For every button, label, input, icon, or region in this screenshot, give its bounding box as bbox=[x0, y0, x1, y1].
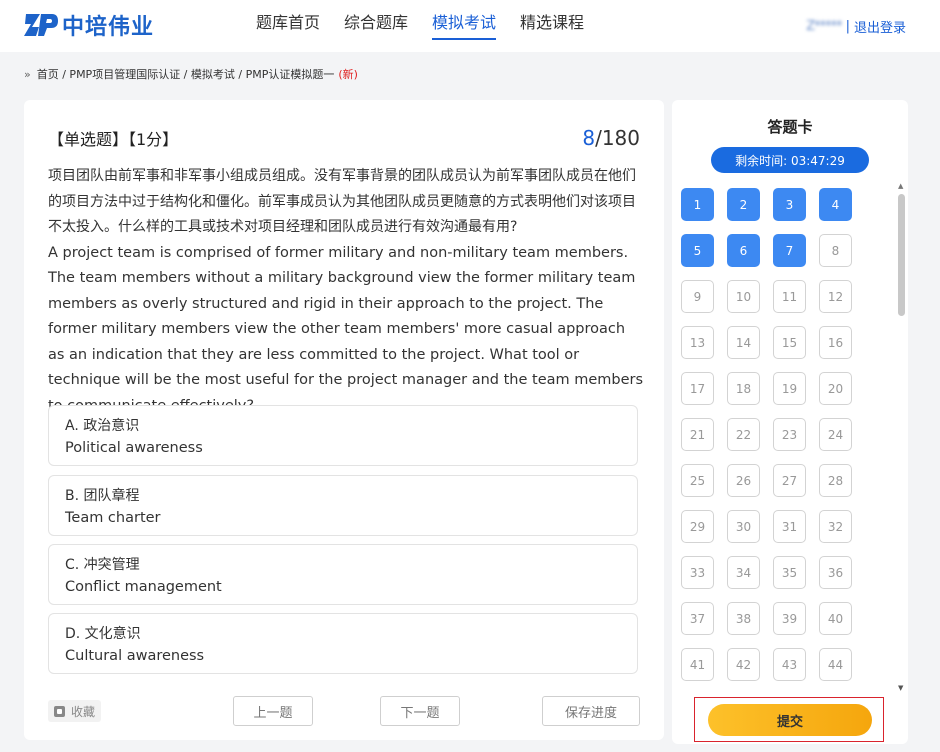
option-c-english: Conflict management bbox=[65, 579, 222, 595]
question-number-cell-40[interactable]: 40 bbox=[819, 602, 852, 635]
option-c-chinese: C. 冲突管理 bbox=[65, 557, 140, 573]
question-number-cell-7[interactable]: 7 bbox=[773, 234, 806, 267]
nav-item-question-bank-home[interactable]: 题库首页 bbox=[256, 0, 320, 52]
question-number-cell-34[interactable]: 34 bbox=[727, 556, 760, 589]
breadcrumb-path[interactable]: 首页 / PMP项目管理国际认证 / 模拟考试 / PMP认证模拟题一 bbox=[37, 66, 335, 82]
question-number-cell-5[interactable]: 5 bbox=[681, 234, 714, 267]
option-d-chinese: D. 文化意识 bbox=[65, 626, 141, 642]
nav-item-featured-courses[interactable]: 精选课程 bbox=[520, 0, 584, 52]
user-area: Z***** | 退出登录 bbox=[806, 17, 906, 36]
question-number-cell-44[interactable]: 44 bbox=[819, 648, 852, 681]
question-number-cell-37[interactable]: 37 bbox=[681, 602, 714, 635]
option-b-chinese: B. 团队章程 bbox=[65, 488, 140, 504]
question-number-cell-16[interactable]: 16 bbox=[819, 326, 852, 359]
favorite-button[interactable]: 收藏 bbox=[48, 700, 102, 722]
question-number-cell-39[interactable]: 39 bbox=[773, 602, 806, 635]
next-question-button[interactable]: 下一题 bbox=[380, 696, 460, 726]
question-number-cell-4[interactable]: 4 bbox=[819, 188, 852, 221]
question-stem: 项目团队由前军事和非军事小组成员组成。没有军事背景的团队成员认为前军事团队成员在… bbox=[48, 164, 644, 419]
answer-card: 答题卡 剩余时间: 03:47:29 1 2 3 4 5 6 7 8 9 10 11 12 13 14 15… bbox=[672, 100, 908, 744]
question-number-cell-1[interactable]: 1 bbox=[681, 188, 714, 221]
question-number-cell-31[interactable]: 31 bbox=[773, 510, 806, 543]
breadcrumb-new-tag: (新) bbox=[338, 68, 358, 81]
question-number-cell-14[interactable]: 14 bbox=[727, 326, 760, 359]
question-text-chinese: 项目团队由前军事和非军事小组成员组成。没有军事背景的团队成员认为前军事团队成员在… bbox=[48, 168, 636, 235]
question-number-cell-36[interactable]: 36 bbox=[819, 556, 852, 589]
question-number-cell-6[interactable]: 6 bbox=[727, 234, 760, 267]
question-number-cell-13[interactable]: 13 bbox=[681, 326, 714, 359]
question-total: /180 bbox=[595, 126, 640, 150]
question-number-cell-2[interactable]: 2 bbox=[727, 188, 760, 221]
question-type-label: 【单选题】【1分】 bbox=[48, 130, 179, 149]
nav-item-comprehensive-bank[interactable]: 综合题库 bbox=[344, 0, 408, 52]
question-number-cell-17[interactable]: 17 bbox=[681, 372, 714, 405]
brand-logo-icon bbox=[24, 14, 58, 36]
breadcrumb: » 首页 / PMP项目管理国际认证 / 模拟考试 / PMP认证模拟题一 (新… bbox=[24, 66, 358, 82]
question-number-cell-35[interactable]: 35 bbox=[773, 556, 806, 589]
logout-link[interactable]: 退出登录 bbox=[854, 17, 906, 36]
question-number-cell-12[interactable]: 12 bbox=[819, 280, 852, 313]
question-number-cell-27[interactable]: 27 bbox=[773, 464, 806, 497]
previous-question-button[interactable]: 上一题 bbox=[233, 696, 313, 726]
main-nav: 题库首页 综合题库 模拟考试 精选课程 bbox=[256, 0, 608, 52]
scrollbar-thumb[interactable] bbox=[898, 194, 905, 316]
question-number-cell-43[interactable]: 43 bbox=[773, 648, 806, 681]
question-number-cell-11[interactable]: 11 bbox=[773, 280, 806, 313]
save-progress-button[interactable]: 保存进度 bbox=[542, 696, 640, 726]
question-number-cell-10[interactable]: 10 bbox=[727, 280, 760, 313]
question-progress: 8/180 bbox=[582, 126, 640, 150]
answer-card-scrollbar[interactable]: ▲ ▼ bbox=[896, 182, 906, 692]
question-number-grid: 1 2 3 4 5 6 7 8 9 10 11 12 13 14 15 16 17 18 19 20 21 22 23 24 2… bbox=[672, 180, 896, 692]
nav-item-mock-exam[interactable]: 模拟考试 bbox=[432, 0, 497, 40]
question-number-cell-18[interactable]: 18 bbox=[727, 372, 760, 405]
brand-logo[interactable]: 中培伟业 bbox=[24, 10, 154, 40]
question-number-cell-30[interactable]: 30 bbox=[727, 510, 760, 543]
favorite-label: 收藏 bbox=[71, 704, 96, 719]
question-panel: 【单选题】【1分】 8/180 项目团队由前军事和非军事小组成员组成。没有军事背… bbox=[24, 100, 664, 740]
question-number-cell-24[interactable]: 24 bbox=[819, 418, 852, 451]
question-number-cell-41[interactable]: 41 bbox=[681, 648, 714, 681]
submit-button[interactable]: 提交 bbox=[708, 704, 872, 736]
question-number-cell-8[interactable]: 8 bbox=[819, 234, 852, 267]
question-number-cell-21[interactable]: 21 bbox=[681, 418, 714, 451]
question-number-cell-28[interactable]: 28 bbox=[819, 464, 852, 497]
option-a-chinese: A. 政治意识 bbox=[65, 418, 140, 434]
remaining-time-badge: 剩余时间: 03:47:29 bbox=[711, 147, 869, 173]
option-c[interactable]: C. 冲突管理 Conflict management bbox=[48, 544, 638, 605]
question-number-cell-42[interactable]: 42 bbox=[727, 648, 760, 681]
question-number-cell-20[interactable]: 20 bbox=[819, 372, 852, 405]
scroll-up-arrow-icon[interactable]: ▲ bbox=[898, 182, 903, 190]
scroll-down-arrow-icon[interactable]: ▼ bbox=[898, 684, 903, 692]
question-number-cell-32[interactable]: 32 bbox=[819, 510, 852, 543]
top-header: 中培伟业 题库首页 综合题库 模拟考试 精选课程 Z***** | 退出登录 bbox=[0, 0, 940, 52]
question-number-cell-25[interactable]: 25 bbox=[681, 464, 714, 497]
question-number-cell-19[interactable]: 19 bbox=[773, 372, 806, 405]
double-chevron-right-icon: » bbox=[24, 67, 31, 81]
question-number-cell-15[interactable]: 15 bbox=[773, 326, 806, 359]
option-a-english: Political awareness bbox=[65, 440, 203, 456]
question-number-cell-26[interactable]: 26 bbox=[727, 464, 760, 497]
option-d[interactable]: D. 文化意识 Cultural awareness bbox=[48, 613, 638, 674]
option-a[interactable]: A. 政治意识 Political awareness bbox=[48, 405, 638, 466]
question-number-cell-38[interactable]: 38 bbox=[727, 602, 760, 635]
option-b[interactable]: B. 团队章程 Team charter bbox=[48, 475, 638, 536]
question-number-cell-29[interactable]: 29 bbox=[681, 510, 714, 543]
answer-card-title: 答题卡 bbox=[767, 118, 813, 136]
option-d-english: Cultural awareness bbox=[65, 648, 205, 664]
question-number-cell-33[interactable]: 33 bbox=[681, 556, 714, 589]
question-number-cell-9[interactable]: 9 bbox=[681, 280, 714, 313]
question-text-english: A project team is comprised of former mi… bbox=[48, 244, 644, 414]
question-current-number: 8 bbox=[582, 126, 596, 150]
question-number-cell-22[interactable]: 22 bbox=[727, 418, 760, 451]
question-number-cell-3[interactable]: 3 bbox=[773, 188, 806, 221]
option-b-english: Team charter bbox=[65, 510, 161, 526]
user-separator: | bbox=[845, 19, 850, 34]
user-name[interactable]: Z***** bbox=[806, 19, 842, 34]
brand-name: 中培伟业 bbox=[62, 15, 155, 40]
question-number-cell-23[interactable]: 23 bbox=[773, 418, 806, 451]
bookmark-icon bbox=[54, 705, 65, 717]
